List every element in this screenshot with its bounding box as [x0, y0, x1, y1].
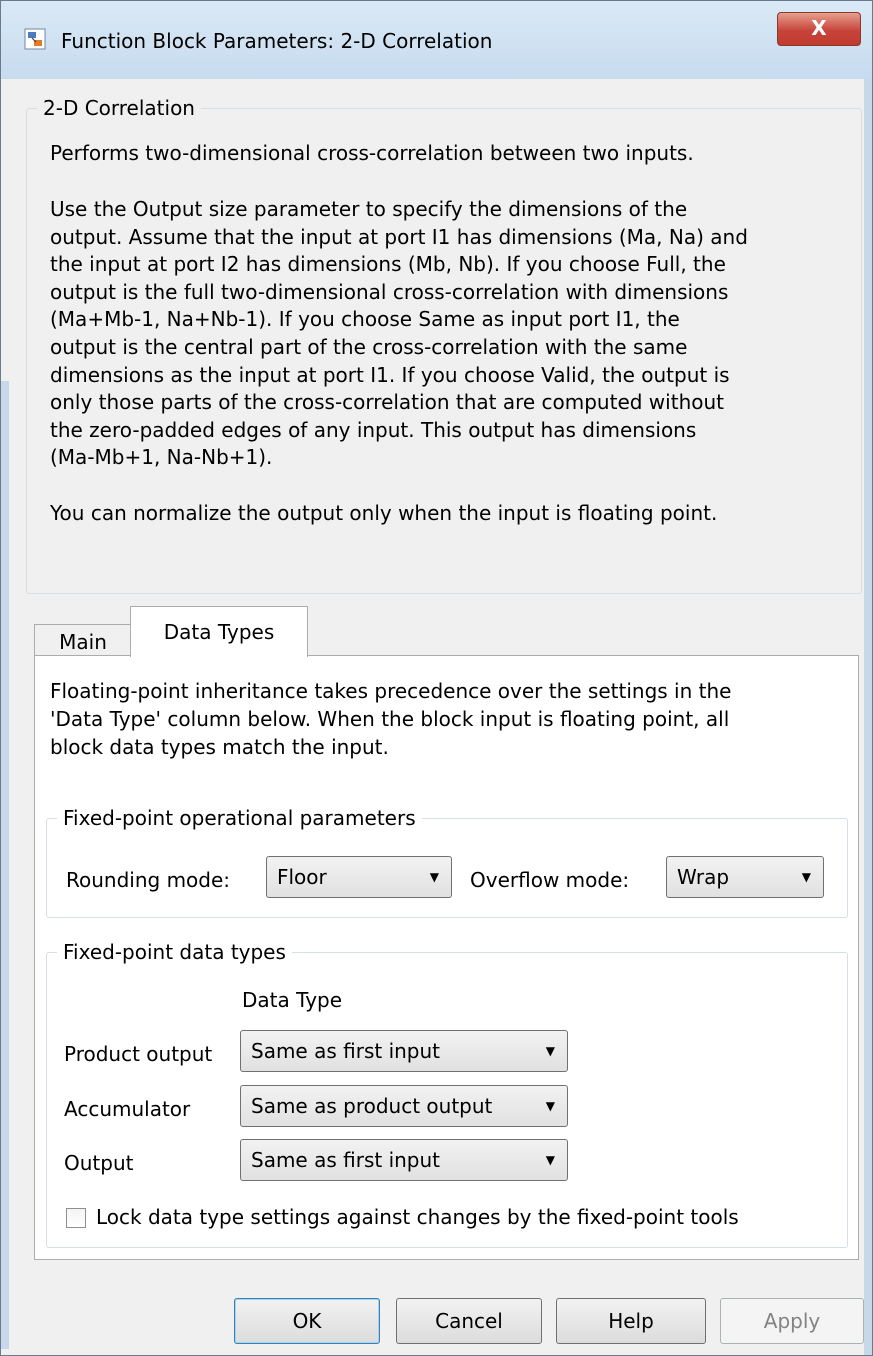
description-line: dimensions as the input at port I1. If y…: [50, 363, 730, 387]
simulink-block-icon: [24, 28, 46, 50]
description-line: the input at port I2 has dimensions (Mb,…: [50, 252, 726, 276]
product-output-label: Product output: [64, 1042, 213, 1066]
window-frame-left: [1, 381, 9, 1349]
product-output-select[interactable]: Same as first input ▼: [240, 1030, 568, 1072]
rounding-mode-value: Floor: [277, 865, 327, 889]
close-icon: X: [811, 16, 827, 40]
lock-data-type-checkbox[interactable]: [66, 1208, 86, 1228]
chevron-down-icon: ▼: [801, 870, 811, 884]
accumulator-value: Same as product output: [251, 1094, 493, 1118]
rounding-mode-select[interactable]: Floor ▼: [266, 856, 452, 898]
description-line: the zero-padded edges of any input. This…: [50, 418, 697, 442]
overflow-mode-value: Wrap: [677, 865, 730, 889]
data-types-group-title: Fixed-point data types: [63, 940, 286, 964]
description-line: Use the Output size parameter to specify…: [50, 197, 688, 221]
accumulator-label: Accumulator: [64, 1097, 191, 1121]
output-value: Same as first input: [251, 1148, 441, 1172]
data-type-column-header: Data Type: [242, 988, 343, 1012]
title-bar[interactable]: Function Block Parameters: 2-D Correlati…: [1, 1, 872, 79]
tab-main[interactable]: Main: [34, 624, 132, 657]
help-button[interactable]: Help: [556, 1298, 706, 1344]
description-line: You can normalize the output only when t…: [50, 501, 718, 525]
apply-button[interactable]: Apply: [720, 1298, 864, 1344]
description-line: only those parts of the cross-correlatio…: [50, 390, 724, 414]
description-line: (Ma-Mb+1, Na-Nb+1).: [50, 445, 273, 469]
rounding-mode-label: Rounding mode:: [66, 868, 231, 892]
window-title: Function Block Parameters: 2-D Correlati…: [61, 29, 493, 53]
description-line: (Ma+Mb-1, Na+Nb-1). If you choose Same a…: [50, 307, 680, 331]
operational-params-title: Fixed-point operational parameters: [63, 806, 416, 830]
chevron-down-icon: ▼: [545, 1099, 555, 1113]
chevron-down-icon: ▼: [545, 1044, 555, 1058]
description-line: Performs two-dimensional cross-correlati…: [50, 141, 694, 165]
ok-button[interactable]: OK: [234, 1298, 380, 1344]
output-select[interactable]: Same as first input ▼: [240, 1139, 568, 1181]
overflow-mode-select[interactable]: Wrap ▼: [666, 856, 824, 898]
close-button[interactable]: X: [777, 12, 861, 46]
lock-data-type-label[interactable]: Lock data type settings against changes …: [96, 1205, 739, 1229]
product-output-value: Same as first input: [251, 1039, 441, 1063]
chevron-down-icon: ▼: [429, 870, 439, 884]
description-line: output. Assume that the input at port I1…: [50, 225, 748, 249]
description-group-title: 2-D Correlation: [43, 96, 195, 120]
tab-data-types[interactable]: Data Types: [130, 606, 308, 657]
info-line: block data types match the input.: [50, 735, 389, 759]
chevron-down-icon: ▼: [545, 1153, 555, 1167]
accumulator-select[interactable]: Same as product output ▼: [240, 1085, 568, 1127]
description-line: output is the full two-dimensional cross…: [50, 280, 729, 304]
info-line: 'Data Type' column below. When the block…: [50, 707, 730, 731]
overflow-mode-label: Overflow mode:: [470, 868, 630, 892]
description-line: output is the central part of the cross-…: [50, 335, 688, 359]
output-label: Output: [64, 1151, 134, 1175]
cancel-button[interactable]: Cancel: [396, 1298, 542, 1344]
window-frame-right: [864, 79, 872, 1355]
info-line: Floating-point inheritance takes precede…: [50, 679, 732, 703]
